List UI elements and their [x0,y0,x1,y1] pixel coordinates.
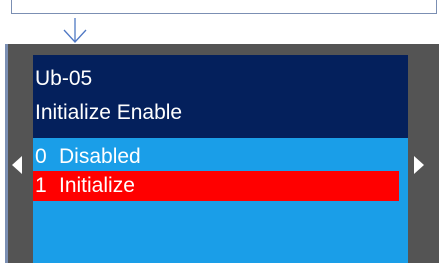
option-number: 1 [35,174,47,197]
parameter-code: Ub-05 [35,67,93,90]
display-header: Ub-05 Initialize Enable [33,55,408,138]
option-number: 0 [35,145,47,168]
triangle-left-icon[interactable] [12,156,22,174]
option-disabled[interactable]: 0 Disabled [33,142,399,172]
frame-outline [11,0,437,14]
option-label: Disabled [59,145,141,168]
arrow-down-icon [63,18,87,43]
option-label: Initialize [59,174,135,197]
option-initialize[interactable]: 1 Initialize [33,171,399,201]
option-list: 0 Disabled 1 Initialize [33,138,408,263]
page: Ub-05 Initialize Enable 0 Disabled 1 Initi… [0,0,441,263]
parameter-name: Initialize Enable [35,101,183,124]
triangle-right-icon[interactable] [414,156,424,174]
